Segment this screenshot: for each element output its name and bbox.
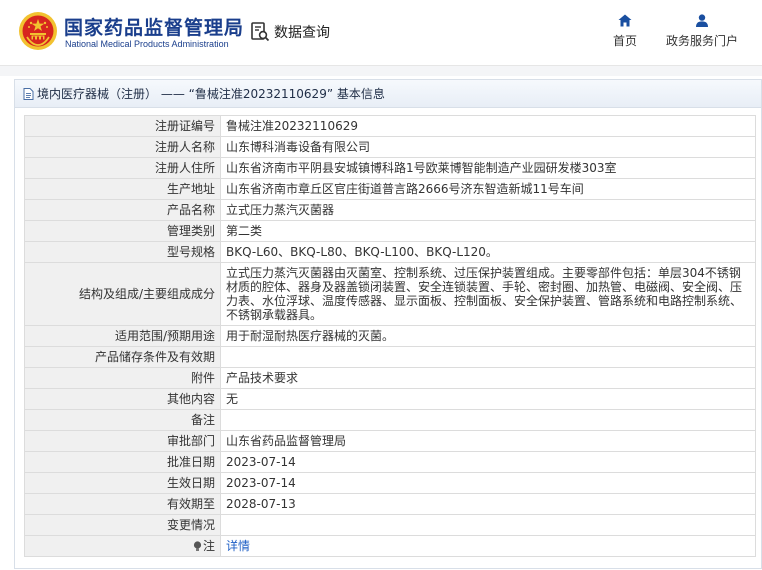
nav-gov-service-button[interactable]: 政务服务门户 [666, 14, 738, 49]
panel-title-bar: 境内医疗器械（注册） —— “鲁械注准20232110629” 基本信息 [15, 80, 761, 108]
brand-subtitle: National Medical Products Administration [65, 39, 229, 49]
row-value [220, 409, 756, 431]
row-label: 管理类别 [24, 220, 221, 242]
nav-gov-service-label: 政务服务门户 [666, 34, 739, 48]
row-value: 立式压力蒸汽灭菌器 [220, 199, 756, 221]
table-row: 批准日期 2023-07-14 [24, 451, 756, 473]
table-row: 产品名称 立式压力蒸汽灭菌器 [24, 199, 756, 221]
row-value: 产品技术要求 [220, 367, 756, 389]
table-row: 注册人名称 山东博科消毒设备有限公司 [24, 136, 756, 158]
table-row: 产品储存条件及有效期 [24, 346, 756, 368]
site-header: 国家药品监督管理局 National Medical Products Admi… [0, 0, 762, 66]
row-label: 变更情况 [24, 514, 221, 536]
row-label: 批准日期 [24, 451, 221, 473]
row-label: 有效期至 [24, 493, 221, 515]
data-query-link[interactable]: 数据查询 [250, 20, 330, 44]
row-label: 生效日期 [24, 472, 221, 494]
table-row: 注册证编号 鲁械注准20232110629 [24, 115, 756, 137]
nav-home-button[interactable]: 首页 [613, 14, 637, 49]
table-row: 审批部门 山东省药品监督管理局 [24, 430, 756, 452]
row-label: 适用范围/预期用途 [24, 325, 221, 347]
table-row: 注 详情 [24, 535, 756, 557]
row-label: 注 [202, 539, 215, 553]
table-row: 变更情况 [24, 514, 756, 536]
row-label: 结构及组成/主要组成成分 [24, 262, 221, 326]
lightbulb-icon [193, 541, 202, 551]
table-row: 其他内容 无 [24, 388, 756, 410]
row-label: 生产地址 [24, 178, 221, 200]
row-value: 鲁械注准20232110629 [220, 115, 756, 137]
national-emblem-icon [19, 12, 57, 50]
panel-title: 境内医疗器械（注册） —— “鲁械注准20232110629” 基本信息 [37, 87, 385, 101]
document-icon [23, 87, 34, 100]
table-row: 型号规格 BKQ-L60、BKQ-L80、BKQ-L100、BKQ-L120。 [24, 241, 756, 263]
document-search-icon [251, 22, 270, 42]
user-icon [696, 14, 708, 27]
row-label: 注册证编号 [24, 115, 221, 137]
row-value [220, 514, 756, 536]
row-value: 山东省济南市平阴县安城镇博科路1号欧莱博智能制造产业园研发楼303室 [220, 157, 756, 179]
row-label: 产品名称 [24, 199, 221, 221]
table-row: 管理类别 第二类 [24, 220, 756, 242]
registration-info-table: 注册证编号 鲁械注准20232110629 注册人名称 山东博科消毒设备有限公司… [24, 115, 756, 557]
details-link[interactable]: 详情 [226, 539, 250, 553]
row-value [220, 346, 756, 368]
row-label: 审批部门 [24, 430, 221, 452]
table-row: 注册人住所 山东省济南市平阴县安城镇博科路1号欧莱博智能制造产业园研发楼303室 [24, 157, 756, 179]
nav-home-label: 首页 [613, 34, 638, 48]
table-row: 附件 产品技术要求 [24, 367, 756, 389]
row-label: 附件 [24, 367, 221, 389]
table-row: 生效日期 2023-07-14 [24, 472, 756, 494]
row-label: 注册人住所 [24, 157, 221, 179]
row-value: 第二类 [220, 220, 756, 242]
row-value: 2023-07-14 [220, 472, 756, 494]
table-row: 生产地址 山东省济南市章丘区官庄街道普言路2666号济东智造新城11号车间 [24, 178, 756, 200]
detail-panel: 境内医疗器械（注册） —— “鲁械注准20232110629” 基本信息 注册证… [14, 79, 762, 569]
data-query-label: 数据查询 [274, 25, 330, 41]
table-row: 有效期至 2028-07-13 [24, 493, 756, 515]
row-label: 注册人名称 [24, 136, 221, 158]
row-label: 产品储存条件及有效期 [24, 346, 221, 368]
row-value: 立式压力蒸汽灭菌器由灭菌室、控制系统、过压保护装置组成。主要零部件包括：单层30… [220, 262, 756, 326]
table-row: 结构及组成/主要组成成分 立式压力蒸汽灭菌器由灭菌室、控制系统、过压保护装置组成… [24, 262, 756, 326]
brand-title: 国家药品监督管理局 [64, 17, 245, 39]
note-label-cell: 注 [24, 535, 221, 557]
row-label: 其他内容 [24, 388, 221, 410]
row-value: 2023-07-14 [220, 451, 756, 473]
row-value-cell: 详情 [220, 535, 756, 557]
row-value: BKQ-L60、BKQ-L80、BKQ-L100、BKQ-L120。 [220, 241, 756, 263]
row-value: 无 [220, 388, 756, 410]
row-value: 山东省济南市章丘区官庄街道普言路2666号济东智造新城11号车间 [220, 178, 756, 200]
row-label: 型号规格 [24, 241, 221, 263]
row-value: 山东博科消毒设备有限公司 [220, 136, 756, 158]
row-value: 2028-07-13 [220, 493, 756, 515]
table-row: 备注 [24, 409, 756, 431]
row-value: 山东省药品监督管理局 [220, 430, 756, 452]
row-value: 用于耐湿耐热医疗器械的灭菌。 [220, 325, 756, 347]
home-icon [618, 14, 632, 27]
row-label: 备注 [24, 409, 221, 431]
header-divider-band [0, 66, 762, 76]
table-row: 适用范围/预期用途 用于耐湿耐热医疗器械的灭菌。 [24, 325, 756, 347]
